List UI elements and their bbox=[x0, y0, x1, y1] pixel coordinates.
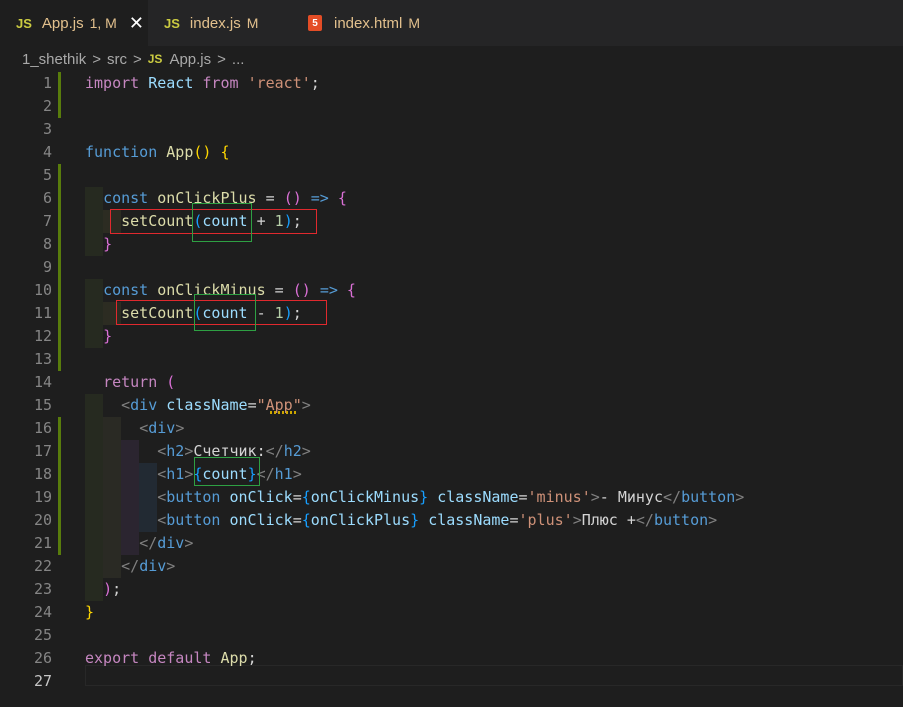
close-icon[interactable]: ✕ bbox=[129, 13, 144, 34]
line-number: 27 bbox=[33, 672, 52, 690]
line-number: 2 bbox=[42, 97, 52, 115]
tab-label: index.js bbox=[189, 14, 241, 32]
chevron-right-icon: > bbox=[217, 50, 226, 68]
tab-label: App.js bbox=[41, 14, 84, 32]
tab-status-badge: 1, M bbox=[89, 15, 117, 31]
code-line[interactable]: </div> bbox=[0, 555, 903, 578]
code-line[interactable]: const onClickMinus = () => { bbox=[0, 279, 903, 302]
code-line[interactable]: <button onClick={onClickMinus} className… bbox=[0, 486, 903, 509]
tab-index-js[interactable]: JS index.js M bbox=[148, 0, 292, 46]
line-number: 13 bbox=[33, 350, 52, 368]
code-line[interactable]: import React from 'react'; bbox=[0, 72, 903, 95]
code-line[interactable]: <button onClick={onClickPlus} className=… bbox=[0, 509, 903, 532]
line-number: 9 bbox=[42, 258, 52, 276]
breadcrumb-folder[interactable]: 1_shethik bbox=[22, 51, 86, 68]
chevron-right-icon: > bbox=[132, 50, 142, 68]
code-line[interactable]: </div> bbox=[0, 532, 903, 555]
code-line[interactable]: } bbox=[0, 233, 903, 256]
highlight-box-green bbox=[194, 457, 260, 486]
breadcrumb-symbol[interactable]: ... bbox=[232, 51, 245, 68]
tab-label: index.html bbox=[334, 14, 403, 32]
code-editor[interactable]: 1 2 3 4 5 6 7 8 9 10 11 12 13 14 15 16 1… bbox=[0, 72, 903, 707]
chevron-right-icon: > bbox=[92, 50, 101, 68]
tab-index-html[interactable]: 5 index.html M bbox=[292, 0, 456, 46]
highlight-box-green bbox=[194, 294, 256, 331]
javascript-file-icon: JS bbox=[16, 15, 32, 31]
line-number: 3 bbox=[42, 120, 52, 138]
tab-status-badge: M bbox=[408, 15, 421, 31]
warning-squiggle bbox=[270, 411, 298, 414]
code-line[interactable]: <div className="App"> bbox=[0, 394, 903, 417]
code-line[interactable]: export default App; bbox=[0, 647, 903, 670]
code-line[interactable]: function App() { bbox=[0, 141, 903, 164]
code-line[interactable]: <h1>{count}</h1> bbox=[0, 463, 903, 486]
breadcrumb: 1_shethik > src > JS App.js > ... bbox=[0, 46, 903, 72]
code-line[interactable]: } bbox=[0, 325, 903, 348]
code-line[interactable]: <div> bbox=[0, 417, 903, 440]
javascript-file-icon: JS bbox=[164, 15, 180, 31]
html-file-icon: 5 bbox=[308, 15, 322, 31]
tab-app-js[interactable]: JS App.js 1, M ✕ bbox=[0, 0, 148, 46]
line-number: 5 bbox=[42, 166, 52, 184]
tab-bar: JS App.js 1, M ✕ JS index.js M 5 index.h… bbox=[0, 0, 903, 46]
javascript-file-icon: JS bbox=[147, 52, 163, 66]
highlight-box-green bbox=[192, 203, 252, 242]
breadcrumb-subfolder[interactable]: src bbox=[107, 51, 127, 68]
code-line[interactable]: <h2>Счетчик:</h2> bbox=[0, 440, 903, 463]
breadcrumb-file[interactable]: App.js bbox=[169, 51, 211, 68]
tab-status-badge: M bbox=[246, 15, 259, 31]
code-line[interactable]: return ( bbox=[0, 371, 903, 394]
line-number: 25 bbox=[33, 626, 52, 644]
code-line[interactable]: } bbox=[0, 601, 903, 624]
code-line[interactable]: const onClickPlus = () => { bbox=[0, 187, 903, 210]
code-line[interactable]: ); bbox=[0, 578, 903, 601]
